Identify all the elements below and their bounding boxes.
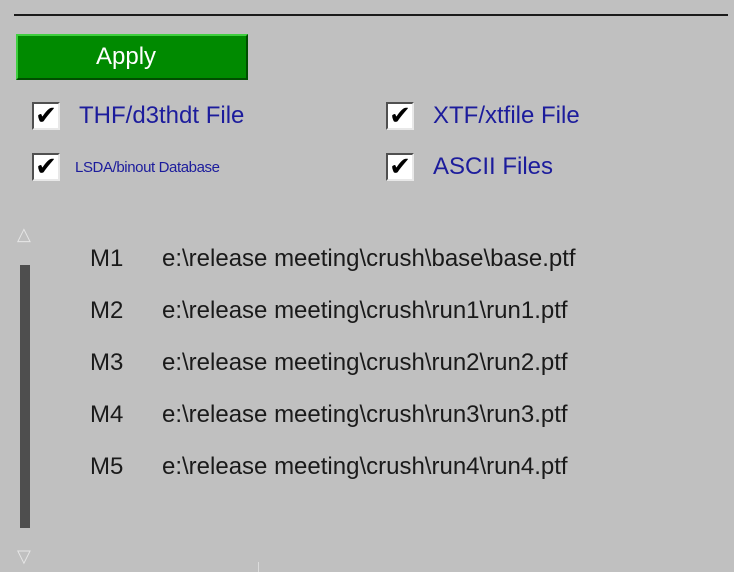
check-mark-icon: ✔ [35, 151, 57, 182]
list-item[interactable]: M4 e:\release meeting\crush\run3\run3.pt… [90, 389, 576, 441]
top-divider [14, 14, 728, 16]
scroll-down-arrow-icon[interactable]: ▽ [17, 548, 31, 566]
lsda-binout-checkbox[interactable]: ✔ LSDA/binout Database [32, 153, 220, 181]
list-item[interactable]: M5 e:\release meeting\crush\run4\run4.pt… [90, 441, 576, 493]
model-id: M1 [90, 245, 124, 272]
xtf-xtfile-checkbox[interactable]: ✔ XTF/xtfile File [386, 102, 580, 130]
thf-d3thdt-checkbox[interactable]: ✔ THF/d3thdt File [32, 102, 244, 130]
model-id: M4 [90, 401, 124, 428]
checkbox-box[interactable]: ✔ [386, 102, 414, 130]
model-path: e:\release meeting\crush\base\base.ptf [162, 245, 576, 272]
model-list: M1 e:\release meeting\crush\base\base.pt… [90, 233, 576, 493]
check-mark-icon: ✔ [389, 100, 411, 131]
check-mark-icon: ✔ [35, 100, 57, 131]
checkbox-label: ASCII Files [433, 153, 554, 180]
checkbox-label: XTF/xtfile File [433, 102, 580, 129]
model-path: e:\release meeting\crush\run4\run4.ptf [162, 453, 568, 480]
list-item[interactable]: M2 e:\release meeting\crush\run1\run1.pt… [90, 285, 576, 337]
scrollbar-thumb[interactable] [20, 265, 30, 528]
model-path: e:\release meeting\crush\run3\run3.ptf [162, 401, 568, 428]
list-item[interactable]: M1 e:\release meeting\crush\base\base.pt… [90, 233, 576, 285]
checkbox-box[interactable]: ✔ [386, 153, 414, 181]
apply-button[interactable]: Apply [16, 34, 248, 80]
model-path: e:\release meeting\crush\run2\run2.ptf [162, 349, 568, 376]
scroll-up-arrow-icon[interactable]: △ [17, 226, 31, 244]
ascii-files-checkbox[interactable]: ✔ ASCII Files [386, 153, 553, 181]
check-mark-icon: ✔ [389, 151, 411, 182]
model-id: M2 [90, 297, 124, 324]
model-path: e:\release meeting\crush\run1\run1.ptf [162, 297, 568, 324]
checkbox-box[interactable]: ✔ [32, 102, 60, 130]
checkbox-label: LSDA/binout Database [75, 158, 220, 176]
model-id: M5 [90, 453, 124, 480]
model-id: M3 [90, 349, 124, 376]
checkbox-box[interactable]: ✔ [32, 153, 60, 181]
list-item[interactable]: M3 e:\release meeting\crush\run2\run2.pt… [90, 337, 576, 389]
bottom-divider-tick [258, 562, 259, 572]
checkbox-label: THF/d3thdt File [79, 102, 245, 129]
